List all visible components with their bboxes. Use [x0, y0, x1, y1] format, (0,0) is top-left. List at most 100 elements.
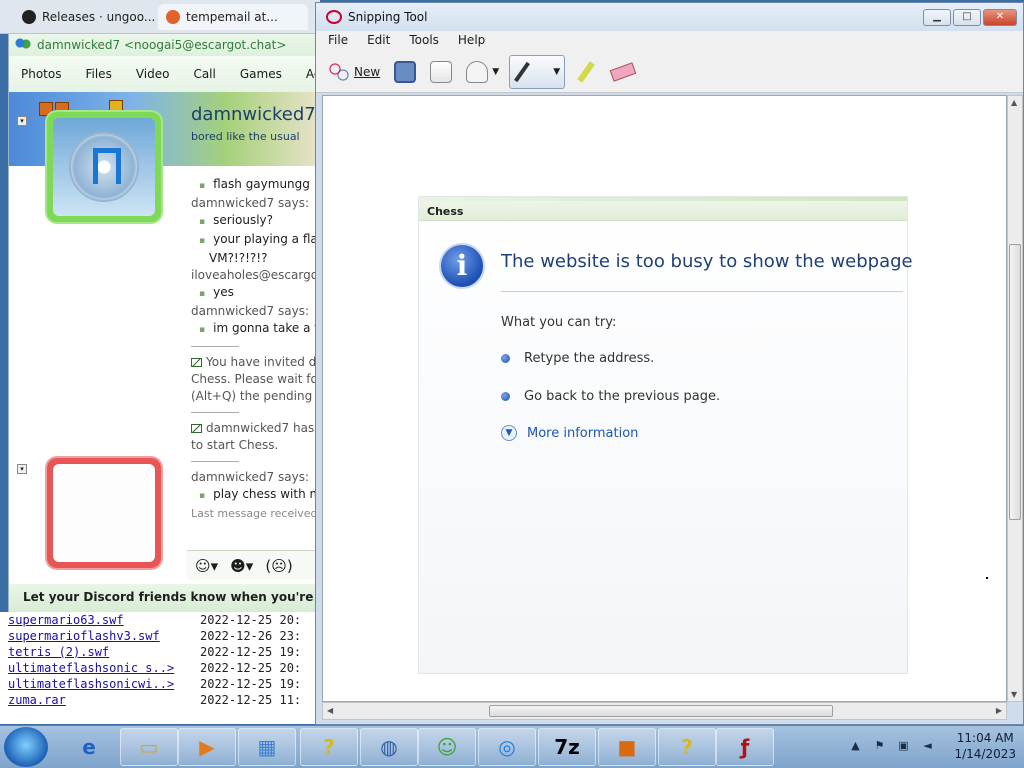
copy-icon: [430, 60, 453, 83]
menu-tools[interactable]: Tools: [397, 31, 446, 51]
scroll-left-icon[interactable]: ◀: [327, 706, 333, 715]
wink-icon[interactable]: ☻▾: [230, 557, 253, 575]
globe-icon[interactable]: ◍: [360, 728, 418, 766]
file-row: supermarioflashv3.swf 2022-12-26 23:: [0, 628, 318, 644]
chat-message: play chess with me: [191, 486, 319, 505]
suggestion-text: Go back to the previous page.: [524, 389, 721, 404]
divider: [501, 291, 903, 292]
chat-separator: [191, 461, 239, 462]
tab-tempemail[interactable]: tempemail at...: [158, 4, 308, 30]
file-link[interactable]: supermarioflashv3.swf: [0, 628, 200, 644]
menu-file[interactable]: File: [316, 31, 355, 51]
maximize-button[interactable]: □: [953, 9, 981, 26]
contact-avatar[interactable]: [47, 112, 161, 222]
menu-edit[interactable]: Edit: [355, 31, 397, 51]
save-icon: [394, 60, 417, 83]
bullet-icon: [501, 392, 510, 401]
menu-help[interactable]: Help: [446, 31, 492, 51]
network-icon[interactable]: ▣: [896, 739, 910, 753]
chevron-down-icon: ▼: [501, 425, 517, 441]
scroll-right-icon[interactable]: ▶: [996, 706, 1002, 715]
file-explorer-icon[interactable]: ▭: [120, 728, 178, 766]
stray-dot: [986, 577, 988, 579]
media-player-icon[interactable]: ▶: [178, 728, 236, 766]
vertical-scroll-thumb[interactable]: [1009, 244, 1021, 520]
chat-message: seriously?: [191, 212, 319, 231]
flash-player-icon[interactable]: ƒ: [716, 728, 774, 766]
file-link[interactable]: zuma.rar: [0, 692, 200, 708]
emoticon-icon[interactable]: ☺▾: [195, 557, 218, 575]
system-tray: ▲ ⚑ ▣ ◄ 11:04 AM 1/14/2023: [848, 730, 1016, 762]
file-row: ultimateflashsonicwi..> 2022-12-25 19:: [0, 676, 318, 692]
eraser-button[interactable]: [599, 57, 639, 87]
minimize-button[interactable]: ▁: [923, 9, 951, 26]
internet-explorer-icon[interactable]: e: [60, 728, 118, 766]
extension-icon: [166, 10, 180, 24]
messenger-footer-ad[interactable]: Let your Discord friends know when you'r…: [9, 584, 319, 612]
emoticon-toolbar: ☺▾ ☻▾ (☹): [187, 550, 319, 580]
suggestion-text: Retype the address.: [524, 351, 655, 366]
clock-date: 1/14/2023: [954, 747, 1016, 761]
dropdown-arrow-icon[interactable]: ▼: [553, 67, 560, 77]
menu-video[interactable]: Video: [124, 67, 182, 81]
highlighter-button[interactable]: [571, 57, 595, 87]
clock[interactable]: 11:04 AM 1/14/2023: [954, 730, 1016, 762]
horizontal-scrollbar[interactable]: ◀ ▶: [322, 702, 1007, 720]
new-snip-button[interactable]: New: [324, 57, 384, 87]
chat-sender: damnwicked7 says:: [191, 196, 309, 210]
file-link[interactable]: ultimateflashsonicwi..>: [0, 676, 200, 692]
action-center-flag-icon[interactable]: ⚑: [872, 739, 886, 753]
vertical-scrollbar[interactable]: ▲ ▼: [1007, 95, 1023, 702]
chrome-icon[interactable]: ◎: [478, 728, 536, 766]
roblox-icon[interactable]: ■: [598, 728, 656, 766]
menu-call[interactable]: Call: [181, 67, 227, 81]
menu-photos[interactable]: Photos: [9, 67, 73, 81]
system-message-text: You have invited d: [206, 355, 317, 369]
messenger-window: damnwicked7 <noogai5@escargot.chat> Phot…: [8, 34, 336, 612]
scroll-down-icon[interactable]: ▼: [1011, 690, 1017, 699]
file-link[interactable]: ultimateflashsonic s..>: [0, 660, 200, 676]
volume-muted-icon[interactable]: ◄: [920, 739, 934, 753]
file-link[interactable]: tetris (2).swf: [0, 644, 200, 660]
tab-releases[interactable]: Releases · ungoo...: [14, 4, 156, 30]
dropdown-arrow-icon[interactable]: ▼: [492, 67, 499, 77]
suggestion-retype: Retype the address.: [501, 351, 654, 366]
menu-files[interactable]: Files: [73, 67, 123, 81]
more-information-link[interactable]: ▼ More information: [501, 425, 638, 441]
toolbar: New ▼ ▼: [316, 51, 1023, 93]
collapse-icon[interactable]: ▾: [17, 464, 27, 474]
system-message-text: damnwicked7 has: [206, 421, 315, 435]
scroll-up-icon[interactable]: ▲: [1011, 98, 1017, 107]
file-listing: supermario63.swf 2022-12-25 20: supermario…: [0, 612, 318, 724]
show-hidden-icons-icon[interactable]: ▲: [848, 739, 862, 753]
horizontal-scroll-thumb[interactable]: [489, 705, 833, 717]
save-button[interactable]: [390, 57, 420, 87]
network-manager-icon[interactable]: ▦: [238, 728, 296, 766]
collapse-icon[interactable]: ▾: [17, 116, 27, 126]
conversation-history: flash gaymunggdamnwicked7 says:seriously…: [191, 176, 319, 522]
chat-sender: damnwicked7 says:: [191, 470, 309, 484]
file-date: 2022-12-25 20:: [200, 661, 302, 675]
suggestion-go-back[interactable]: Go back to the previous page.: [501, 389, 720, 404]
help-icon[interactable]: ?: [658, 728, 716, 766]
close-button[interactable]: ✕: [983, 9, 1017, 26]
start-button[interactable]: [4, 727, 48, 767]
help-icon[interactable]: ?: [300, 728, 358, 766]
envelope-icon: [191, 358, 202, 367]
snipping-tool-window: Snipping Tool ▁ □ ✕ File Edit Tools Help…: [315, 2, 1024, 725]
7zip-icon[interactable]: 7z: [538, 728, 596, 766]
snipping-tool-title-bar: Snipping Tool ▁ □ ✕: [316, 3, 1023, 31]
snip-canvas: Chess i The website is too busy to show …: [322, 95, 1007, 702]
menu-bar: File Edit Tools Help: [316, 31, 1023, 51]
my-avatar[interactable]: [47, 458, 161, 568]
msn-messenger-icon[interactable]: ☺: [418, 728, 476, 766]
copy-button[interactable]: [426, 57, 456, 87]
file-link[interactable]: supermario63.swf: [0, 612, 200, 628]
contact-status-message: bored like the usual: [191, 130, 300, 143]
send-snip-button[interactable]: ▼: [462, 57, 503, 87]
menu-games[interactable]: Games: [228, 67, 294, 81]
nudge-icon[interactable]: (☹): [265, 557, 292, 575]
clock-time: 11:04 AM: [956, 731, 1014, 745]
pen-button[interactable]: ▼: [509, 54, 566, 89]
new-label: New: [354, 64, 381, 79]
